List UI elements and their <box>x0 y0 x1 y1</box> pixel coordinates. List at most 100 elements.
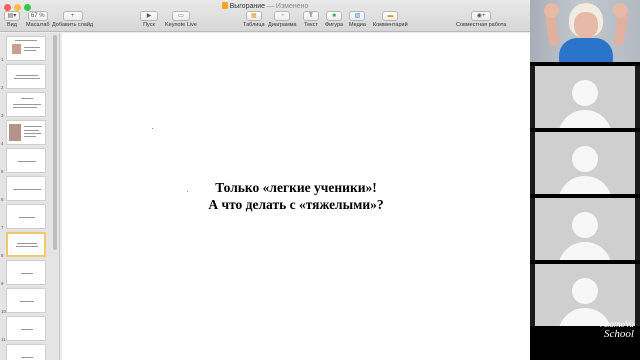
presenter-shirt <box>559 38 613 62</box>
slide-title-text[interactable]: Только «легкие ученики»! А что делать с … <box>62 179 530 213</box>
slide-number: 7 <box>1 225 4 230</box>
slide-number: 6 <box>1 197 4 202</box>
participant-tile-2[interactable] <box>530 132 640 194</box>
watermark-line-2: School <box>604 328 634 340</box>
slide-navigator[interactable]: 1 2 3 4 5 6 7 8 9 10 11 <box>0 33 60 360</box>
slide-preview-selected <box>6 232 46 257</box>
navigator-scrollbar[interactable] <box>53 35 57 250</box>
slide-number: 4 <box>1 141 4 146</box>
slide-number: 2 <box>1 85 4 90</box>
text-button[interactable]: T Текст <box>303 11 319 29</box>
slide-number: 9 <box>1 281 4 286</box>
table-label: Таблица <box>243 22 265 28</box>
chart-icon: ◔ <box>274 11 291 21</box>
video-call-strip: AsamoVa School <box>530 0 640 360</box>
play-label: Пуск <box>143 22 155 28</box>
avatar-head-icon <box>572 278 598 304</box>
slide-thumbnail-7[interactable]: 7 <box>0 204 52 231</box>
slide-preview <box>6 36 46 61</box>
keynote-live-label: Keynote Live <box>165 22 197 28</box>
text-label: Текст <box>304 22 318 28</box>
collaborate-button[interactable]: ◉+ Совместная работа <box>456 11 506 29</box>
media-button[interactable]: ▨ Медиа <box>349 11 366 29</box>
slide-thumbnail-11[interactable]: 11 <box>0 316 52 343</box>
shape-icon: ■ <box>326 11 343 21</box>
slide-thumbnail-1[interactable]: 1 <box>0 36 52 63</box>
presenter-left-hand <box>544 3 559 18</box>
keynote-document-icon <box>221 2 228 9</box>
participant-placeholder <box>535 198 635 260</box>
presenter-right-hand <box>613 3 628 18</box>
add-slide-icon: + <box>62 11 83 21</box>
slide-thumbnail-5[interactable]: 5 <box>0 148 52 175</box>
slide-number: 1 <box>1 57 4 62</box>
media-icon: ▨ <box>349 11 366 21</box>
participant-placeholder <box>535 132 635 194</box>
edited-status: — Изменено <box>266 3 309 10</box>
slide-number: 11 <box>1 337 6 342</box>
zoom-button[interactable]: 67 % Масштаб <box>26 11 50 29</box>
play-button[interactable]: ▶ Пуск <box>140 11 158 29</box>
add-slide-button[interactable]: + Добавить слайд <box>52 11 93 29</box>
school-watermark: AsamoVa School <box>601 320 635 340</box>
slide-preview <box>6 120 46 145</box>
chart-button[interactable]: ◔ Диаграмма <box>268 11 297 29</box>
shape-label: Фигура <box>325 22 344 28</box>
avatar-body-icon <box>558 110 612 128</box>
view-button[interactable]: ▤▾ Вид <box>4 11 20 29</box>
participant-placeholder <box>535 66 635 128</box>
comment-icon: ▬ <box>382 11 399 21</box>
slide-number: 8 <box>1 253 4 258</box>
participant-tile-4[interactable] <box>530 264 640 326</box>
slide-preview <box>6 176 46 201</box>
participant-tile-1[interactable] <box>530 66 640 128</box>
slide-text-line-2: А что делать с «тяжелыми»? <box>208 197 384 212</box>
collaborate-icon: ◉+ <box>471 11 492 21</box>
comment-button[interactable]: ▬ Комментарий <box>373 11 408 29</box>
slide-thumbnail-9[interactable]: 9 <box>0 260 52 287</box>
slide-thumbnail-10[interactable]: 10 <box>0 288 52 315</box>
title-bar: Выгорание — Изменено ▤▾ Вид 67 % Масштаб… <box>0 0 530 32</box>
slide-number: 5 <box>1 169 4 174</box>
play-icon: ▶ <box>140 11 158 21</box>
slide-thumbnail-12[interactable]: 12 <box>0 344 52 360</box>
slide-thumbnail-4[interactable]: 4 <box>0 120 52 147</box>
participant-placeholder <box>535 264 635 326</box>
slide-thumbnail-3[interactable]: 3 <box>0 92 52 119</box>
participant-tile-3[interactable] <box>530 198 640 260</box>
keynote-live-icon: ▭ <box>171 11 190 21</box>
table-icon: ▦ <box>245 11 262 21</box>
zoom-label: Масштаб <box>26 22 50 28</box>
slide-thumbnail-2[interactable]: 2 <box>0 64 52 91</box>
slide-preview <box>6 344 46 360</box>
avatar-body-icon <box>558 176 612 194</box>
keynote-window: Выгорание — Изменено ▤▾ Вид 67 % Масштаб… <box>0 0 530 360</box>
avatar-head-icon <box>572 146 598 172</box>
canvas-speck <box>152 128 153 129</box>
collaborate-label: Совместная работа <box>456 22 507 28</box>
slide-canvas[interactable]: Только «легкие ученики»! А что делать с … <box>62 33 530 360</box>
slide-text-line-1: Только «легкие ученики»! <box>215 180 377 195</box>
slide-preview <box>6 64 46 89</box>
avatar-body-icon <box>558 242 612 260</box>
presenter-video <box>530 0 640 62</box>
chart-label: Диаграмма <box>268 22 297 28</box>
slide-number: 3 <box>1 113 4 118</box>
text-icon: T <box>303 11 319 21</box>
slide-thumbnail-8[interactable]: 8 <box>0 232 52 259</box>
zoom-value: 67 % <box>27 11 48 21</box>
shape-button[interactable]: ■ Фигура <box>325 11 343 29</box>
view-icon: ▤▾ <box>4 11 20 21</box>
avatar-head-icon <box>572 80 598 106</box>
slide-preview <box>6 148 46 173</box>
slide-thumbnail-6[interactable]: 6 <box>0 176 52 203</box>
table-button[interactable]: ▦ Таблица <box>243 11 265 29</box>
document-name: Выгорание <box>229 3 266 10</box>
slide-preview <box>6 260 46 285</box>
comment-label: Комментарий <box>373 22 408 28</box>
presenter-face <box>574 12 598 38</box>
keynote-live-button[interactable]: ▭ Keynote Live <box>165 11 197 29</box>
slide-preview <box>6 204 46 229</box>
media-label: Медиа <box>349 22 366 28</box>
slide-preview <box>6 288 46 313</box>
